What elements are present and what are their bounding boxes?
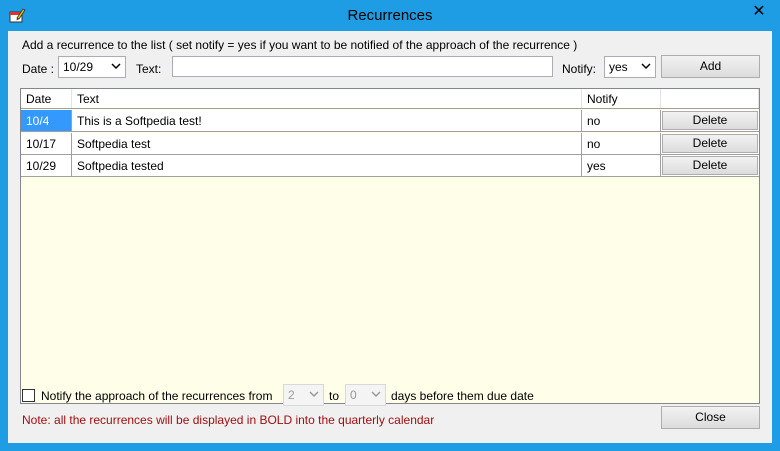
row-date-cell[interactable]: 10/4 [21,110,72,131]
row-date-cell[interactable]: 10/17 [21,133,72,154]
grid-header: Date Text Notify [21,89,759,109]
dialog-body: Add a recurrence to the list ( set notif… [8,31,772,443]
column-header-text[interactable]: Text [72,89,582,108]
row-delete-cell: Delete [661,110,759,131]
date-select[interactable]: 10/29 [58,56,126,78]
text-input[interactable] [172,56,553,77]
to-days-select[interactable]: 0 [345,384,386,406]
row-text-cell[interactable]: Softpedia test [72,133,582,154]
text-label: Text: [136,62,162,76]
recurrences-grid[interactable]: Date Text Notify 10/4 This is a Softpedi… [20,88,760,404]
row-notify-cell[interactable]: yes [582,155,661,176]
table-row[interactable]: 10/17 Softpedia test no Delete [21,133,759,155]
to-label: to [329,389,340,403]
column-header-action [661,89,759,108]
close-button[interactable]: Close [661,406,760,429]
notify-approach-checkbox[interactable] [22,389,35,402]
date-select-value: 10/29 [63,60,94,74]
chevron-down-icon [309,391,319,398]
table-row[interactable]: 10/4 This is a Softpedia test! no Delete [21,110,759,132]
date-label: Date : [22,62,55,76]
notify-label: Notify: [562,62,597,76]
delete-button[interactable]: Delete [662,156,758,175]
instruction-text: Add a recurrence to the list ( set notif… [22,38,578,52]
row-text-cell[interactable]: Softpedia tested [72,155,582,176]
row-delete-cell: Delete [661,133,759,154]
bold-display-note: Note: all the recurrences will be displa… [22,413,435,427]
add-button[interactable]: Add [661,55,760,78]
chevron-down-icon [111,63,121,70]
days-before-label: days before them due date [391,389,534,403]
table-row[interactable]: 10/29 Softpedia tested yes Delete [21,155,759,177]
chevron-down-icon [371,391,381,398]
notify-select[interactable]: yes [604,56,656,78]
notify-approach-label[interactable]: Notify the approach of the recurrences f… [41,389,272,403]
window-title: Recurrences [347,7,433,24]
close-icon[interactable]: ✕ [746,1,772,23]
row-notify-cell[interactable]: no [582,133,661,154]
to-days-value: 0 [350,388,357,402]
delete-button[interactable]: Delete [662,134,758,153]
delete-button[interactable]: Delete [662,111,758,130]
chevron-down-icon [641,63,651,70]
notify-select-value: yes [609,60,628,74]
column-header-date[interactable]: Date [21,89,72,108]
row-notify-cell[interactable]: no [582,110,661,131]
row-date-cell[interactable]: 10/29 [21,155,72,176]
title-bar[interactable]: Recurrences ✕ [0,0,780,31]
row-text-cell[interactable]: This is a Softpedia test! [72,110,582,131]
column-header-notify[interactable]: Notify [582,89,661,108]
from-days-select[interactable]: 2 [283,384,324,406]
from-days-value: 2 [288,388,295,402]
recurrences-window: Recurrences ✕ Add a recurrence to the li… [0,0,780,451]
row-delete-cell: Delete [661,155,759,176]
